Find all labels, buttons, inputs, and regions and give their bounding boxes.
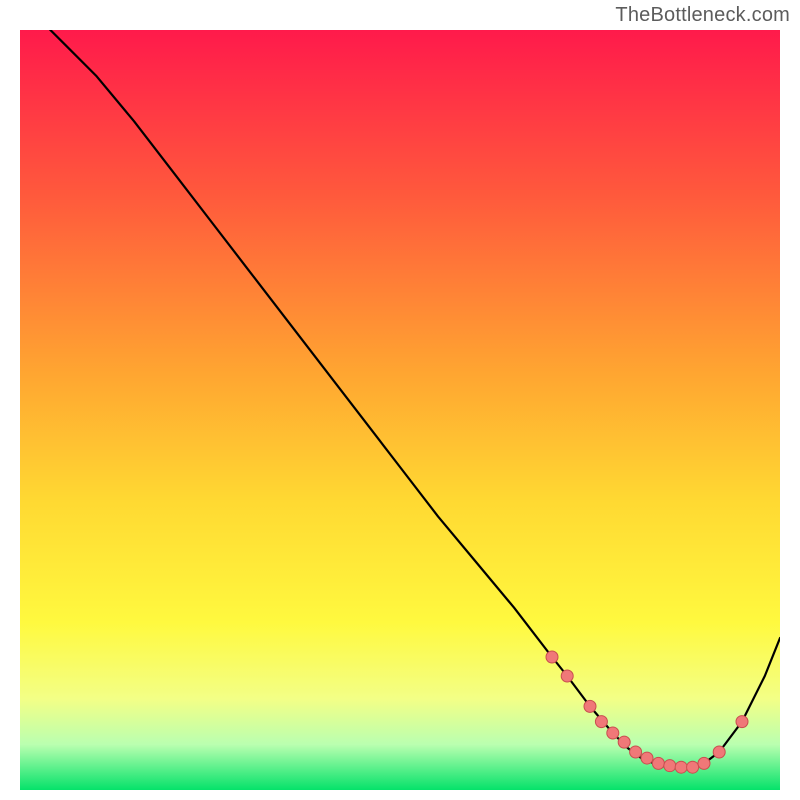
data-marker	[641, 752, 653, 764]
data-marker	[584, 700, 596, 712]
bottleneck-chart	[20, 30, 780, 790]
attribution-label: TheBottleneck.com	[615, 4, 790, 27]
data-marker	[561, 670, 573, 682]
chart-container: TheBottleneck.com	[0, 0, 800, 800]
data-marker	[595, 716, 607, 728]
data-marker	[736, 716, 748, 728]
data-marker	[630, 746, 642, 758]
data-marker	[664, 760, 676, 772]
data-marker	[546, 651, 558, 663]
data-marker	[713, 746, 725, 758]
data-marker	[698, 757, 710, 769]
data-marker	[607, 727, 619, 739]
gradient-background	[20, 30, 780, 790]
data-marker	[618, 736, 630, 748]
data-marker	[675, 761, 687, 773]
data-marker	[687, 761, 699, 773]
data-marker	[652, 757, 664, 769]
